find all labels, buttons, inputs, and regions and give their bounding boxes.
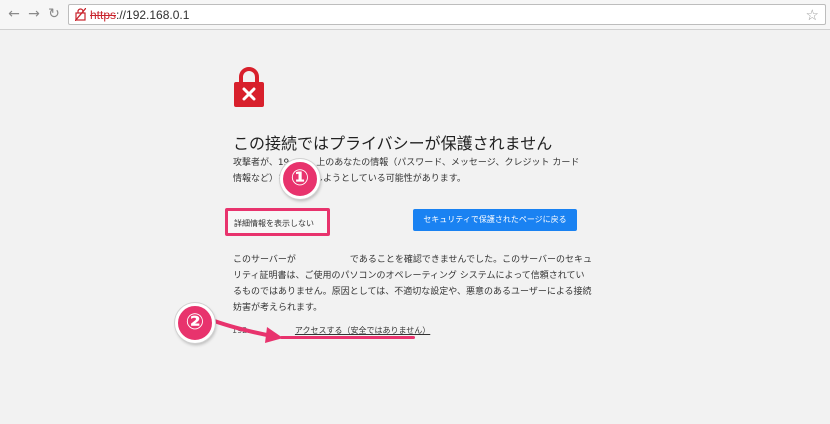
padlock-x-icon [234, 67, 264, 107]
details-line: るものではありません。原因としては、不適切な設定や、悪意のあるユーザーによる接続 [233, 287, 592, 297]
details-paragraph: このサーバーが であることを確認できませんでした。このサーバーのセキュ リティ証… [233, 252, 592, 316]
highlight-underline [280, 336, 415, 339]
address-bar[interactable]: https://192.168.0.1 ☆ [68, 4, 826, 25]
forward-arrow-icon[interactable]: → [26, 6, 42, 22]
details-line: 妨害が考えられます。 [233, 303, 323, 313]
reload-icon[interactable]: ↻ [46, 6, 62, 22]
insecure-lock-icon [75, 8, 86, 21]
proceed-unsafe-link[interactable]: アクセスする（安全ではありません） [295, 326, 430, 335]
page-title: この接続ではプライバシーが保護されません [233, 134, 553, 153]
step-badge-2: ② [175, 303, 215, 343]
details-toggle-label: 詳細情報を表示しない [234, 219, 314, 228]
url-text: https://192.168.0.1 [90, 8, 189, 22]
bookmark-star-icon[interactable]: ☆ [806, 6, 819, 24]
details-toggle-button[interactable]: 詳細情報を表示しない [225, 208, 330, 236]
details-line: リティ証明書は、ご使用のパソコンのオペレーティング システムによって信頼されてい [233, 271, 585, 281]
url-scheme: https [90, 8, 117, 22]
step-badge-1: ① [280, 159, 320, 199]
back-arrow-icon[interactable]: ← [6, 6, 22, 22]
details-line: このサーバーが であることを確認できませんでした。このサーバーのセキュ [233, 255, 593, 265]
url-host: ://192.168.0.1 [116, 8, 190, 22]
browser-toolbar: ← → ↻ https://192.168.0.1 ☆ [0, 0, 830, 30]
pointer-arrow-icon [207, 317, 283, 343]
back-to-safety-button[interactable]: セキュリティで保護されたページに戻る [413, 209, 577, 231]
interstitial-page: この接続ではプライバシーが保護されません 攻撃者が、19 上のあなたの情報（パス… [0, 31, 830, 424]
